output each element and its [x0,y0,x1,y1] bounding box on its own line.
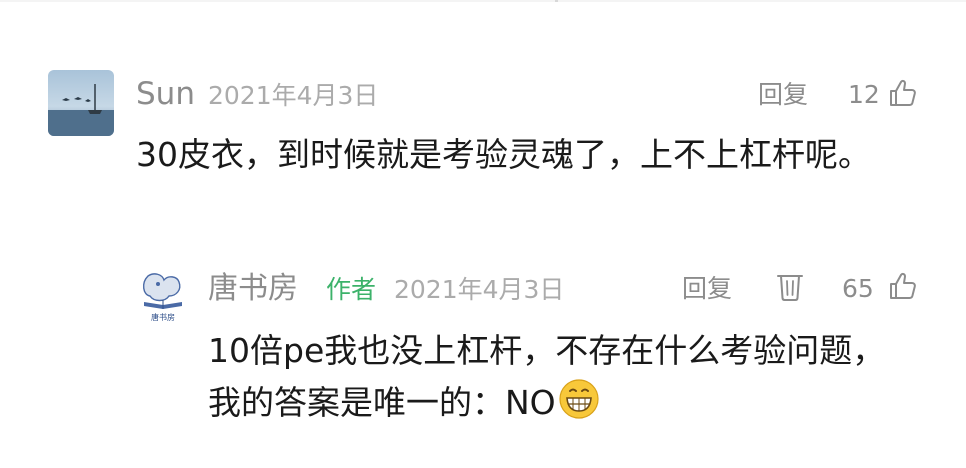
thumbs-up-icon[interactable] [887,77,919,109]
avatar-author[interactable]: 唐书房 [138,270,188,322]
book-logo-icon: 唐书房 [143,273,182,322]
avatar-sun[interactable] [48,70,114,136]
comment-username[interactable]: Sun [136,74,195,114]
reply-date: 2021年4月3日 [394,275,565,304]
grinning-face-icon [559,379,599,419]
top-divider [0,0,966,2]
thumbs-up-icon[interactable] [887,270,919,302]
comment-date: 2021年4月3日 [208,81,379,110]
comment-text: 30皮衣，到时候就是考验灵魂了，上不上杠杆呢。 [136,135,871,174]
avatar-caption: 唐书房 [151,312,175,322]
author-badge: 作者 [326,275,377,304]
reply-text-content: 10倍pe我也没上杠杆，不存在什么考验问题，我的答案是唯一的：NO [208,331,886,422]
comment-like-count: 12 [848,80,880,109]
reply-username[interactable]: 唐书房 [208,270,298,308]
reply-text: 10倍pe我也没上杠杆，不存在什么考验问题，我的答案是唯一的：NO [208,325,898,429]
avatar-image [48,70,114,136]
reply-reply-button[interactable]: 回复 [682,272,732,306]
reply-like-count: 65 [842,274,874,303]
top-divider-mark [555,0,558,2]
comment-reply-button[interactable]: 回复 [758,78,808,112]
trash-icon[interactable] [776,270,804,302]
